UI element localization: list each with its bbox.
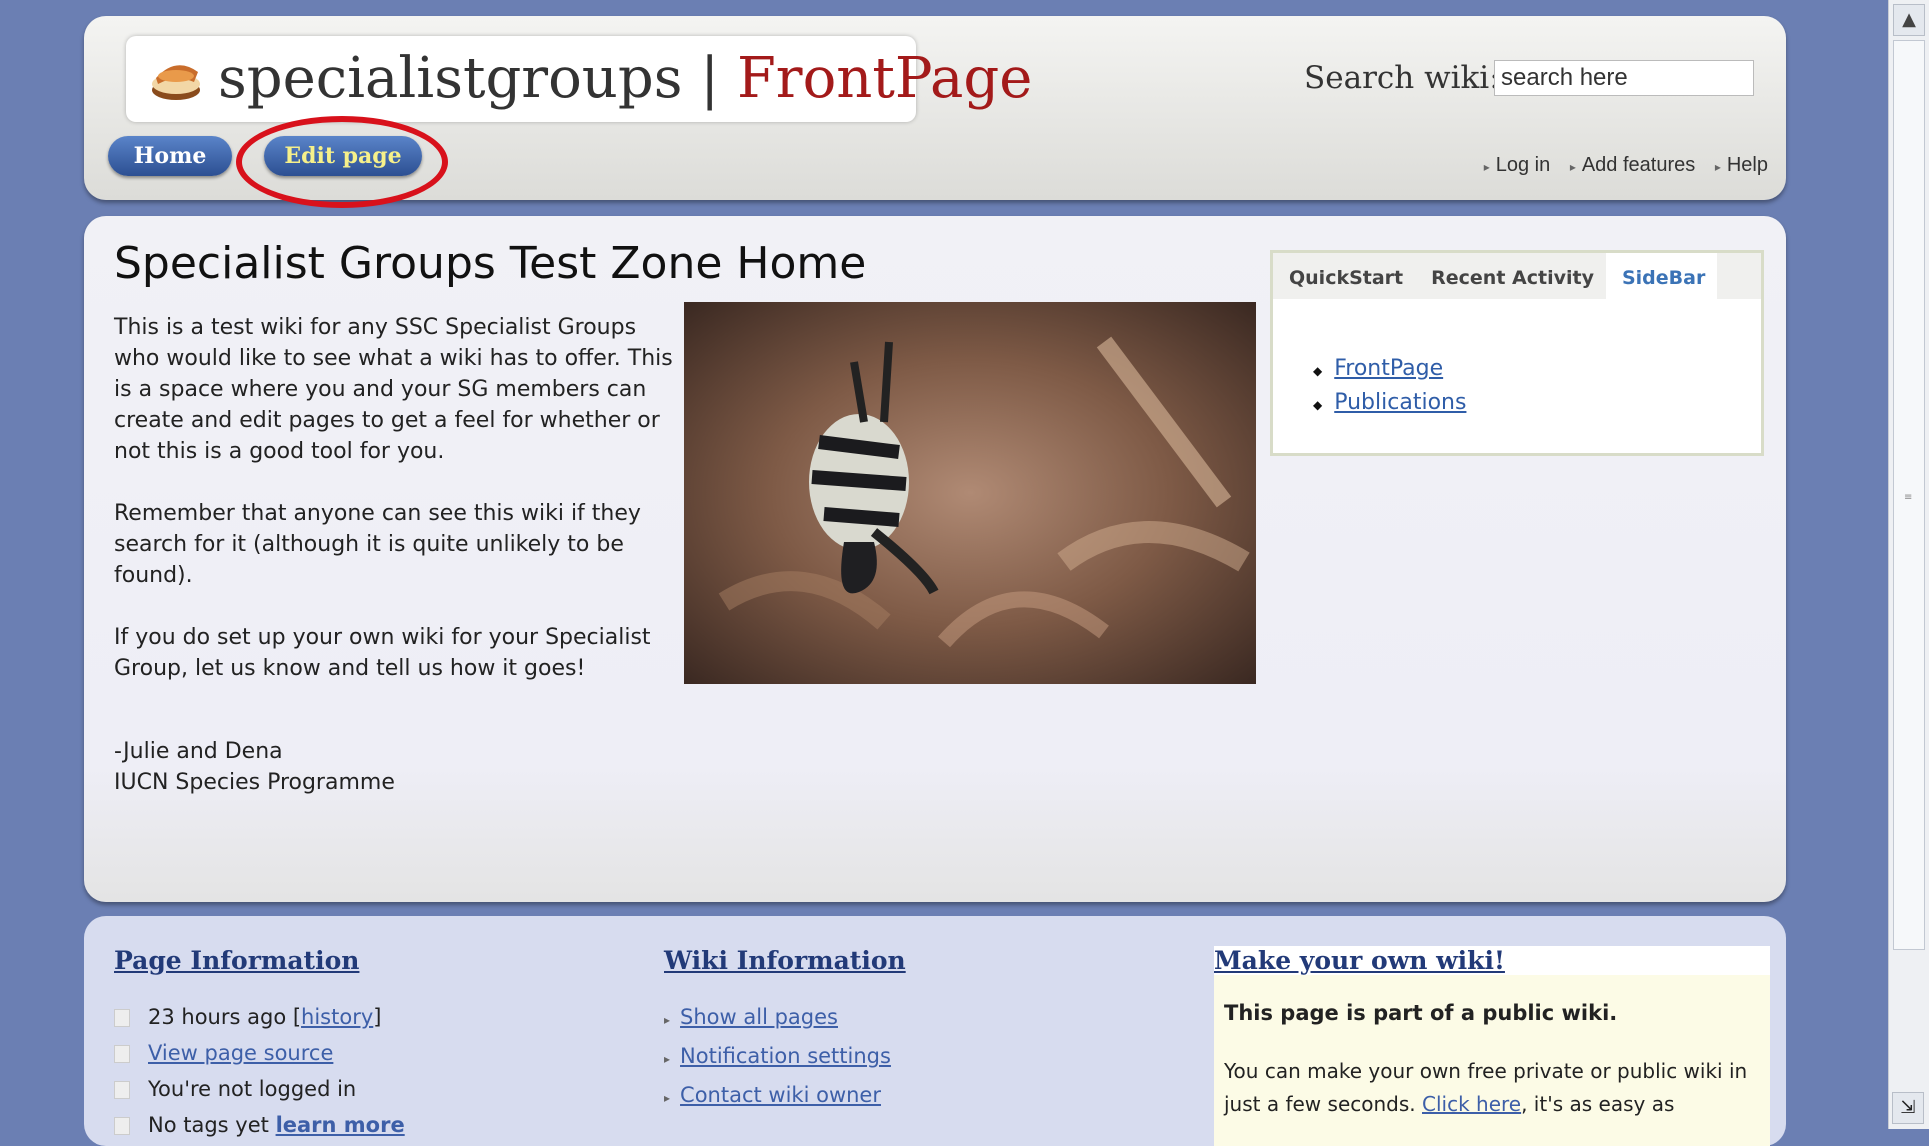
resize-grip-icon[interactable]: ⇲	[1892, 1092, 1924, 1124]
list-item: FrontPage	[1313, 353, 1761, 387]
fish-image-icon	[684, 302, 1256, 684]
page-title: Specialist Groups Test Zone Home	[114, 238, 867, 289]
list-item: Show all pages	[664, 999, 906, 1038]
signature-org: IUCN Species Programme	[114, 770, 395, 795]
click-here-link[interactable]: Click here	[1422, 1092, 1521, 1116]
page-icon	[114, 1009, 130, 1027]
paragraph: If you do set up your own wiki for your …	[114, 625, 651, 681]
paragraph: This is a test wiki for any SSC Speciali…	[114, 315, 673, 464]
fish-photo	[684, 302, 1256, 684]
page-name: FrontPage	[736, 46, 1033, 111]
notification-settings-link[interactable]: Notification settings	[680, 1044, 891, 1068]
site-name: specialistgroups	[218, 46, 683, 111]
learn-more-link[interactable]: learn more	[276, 1113, 405, 1137]
add-features-link[interactable]: Add features	[1570, 154, 1695, 176]
login-link[interactable]: Log in	[1484, 154, 1551, 176]
sandwich-logo-icon	[152, 65, 200, 100]
page-information-section: Page Information 23 hours ago [history] …	[114, 946, 405, 1143]
sidebar-widget: QuickStart Recent Activity SideBar Front…	[1270, 250, 1764, 456]
tab-recent-activity[interactable]: Recent Activity	[1415, 253, 1606, 299]
contact-wiki-owner-link[interactable]: Contact wiki owner	[680, 1083, 881, 1107]
sidebar-links: FrontPage Publications	[1313, 353, 1761, 421]
page-body: This is a test wiki for any SSC Speciali…	[114, 312, 674, 715]
login-status: You're not logged in	[148, 1077, 357, 1101]
tags-text: No tags yet	[148, 1113, 269, 1137]
highlight-circle	[236, 116, 448, 208]
show-all-pages-link[interactable]: Show all pages	[680, 1005, 838, 1029]
source-icon	[114, 1045, 130, 1063]
public-wiki-notice: This page is part of a public wiki.	[1224, 1001, 1618, 1025]
scroll-up-icon[interactable]: ▲	[1893, 4, 1925, 36]
scroll-thumb[interactable]: ≡	[1893, 40, 1925, 950]
sidebar-tabs: QuickStart Recent Activity SideBar	[1273, 253, 1761, 299]
make-wiki-heading[interactable]: Make your own wiki!	[1214, 946, 1770, 975]
grip-icon: ≡	[1904, 492, 1913, 503]
publications-link[interactable]: Publications	[1334, 390, 1466, 415]
tab-sidebar[interactable]: SideBar	[1605, 253, 1718, 299]
top-links: Log in Add features Help	[1470, 154, 1768, 177]
list-item: Publications	[1313, 387, 1761, 421]
make-wiki-promo: Make your own wiki! This page is part of…	[1214, 946, 1770, 1146]
vertical-scrollbar[interactable]: ▲ ≡	[1888, 0, 1929, 1129]
signature-names: -Julie and Dena	[114, 739, 283, 764]
home-button[interactable]: Home	[108, 136, 232, 176]
search-label: Search wiki:	[1304, 60, 1500, 96]
user-icon	[114, 1081, 130, 1099]
frontpage-link[interactable]: FrontPage	[1334, 356, 1443, 381]
tags-row: No tags yet learn more	[114, 1107, 405, 1143]
updated-row: 23 hours ago [history]	[114, 999, 405, 1035]
search-input[interactable]	[1494, 60, 1754, 96]
help-link[interactable]: Help	[1715, 154, 1768, 176]
paragraph: Remember that anyone can see this wiki i…	[114, 501, 641, 588]
footer-panel: Page Information 23 hours ago [history] …	[84, 916, 1786, 1146]
title-separator: |	[700, 46, 720, 111]
wiki-information-heading[interactable]: Wiki Information	[664, 946, 906, 975]
promo-text-end: , it's as easy as	[1521, 1092, 1675, 1116]
logo-banner[interactable]: specialistgroups | FrontPage	[126, 36, 1032, 122]
list-item: Notification settings	[664, 1038, 906, 1077]
main-content: Specialist Groups Test Zone Home This is…	[84, 216, 1786, 902]
tab-quickstart[interactable]: QuickStart	[1273, 253, 1415, 299]
tag-icon	[114, 1117, 130, 1135]
page-information-heading[interactable]: Page Information	[114, 946, 405, 975]
updated-close: ]	[373, 1005, 382, 1029]
promo-text: You can make your own free private or pu…	[1224, 1055, 1764, 1121]
site-title: specialistgroups | FrontPage	[218, 46, 1032, 111]
login-status-row: You're not logged in	[114, 1071, 405, 1107]
signature: -Julie and Dena IUCN Species Programme	[114, 736, 395, 798]
updated-text: 23 hours ago [	[148, 1005, 302, 1029]
wiki-information-section: Wiki Information Show all pages Notifica…	[664, 946, 906, 1116]
history-link[interactable]: history	[301, 1005, 373, 1029]
site-header: specialistgroups | FrontPage Search wiki…	[84, 16, 1786, 208]
list-item: Contact wiki owner	[664, 1077, 906, 1116]
view-source-link[interactable]: View page source	[148, 1041, 333, 1065]
view-source-row: View page source	[114, 1035, 405, 1071]
